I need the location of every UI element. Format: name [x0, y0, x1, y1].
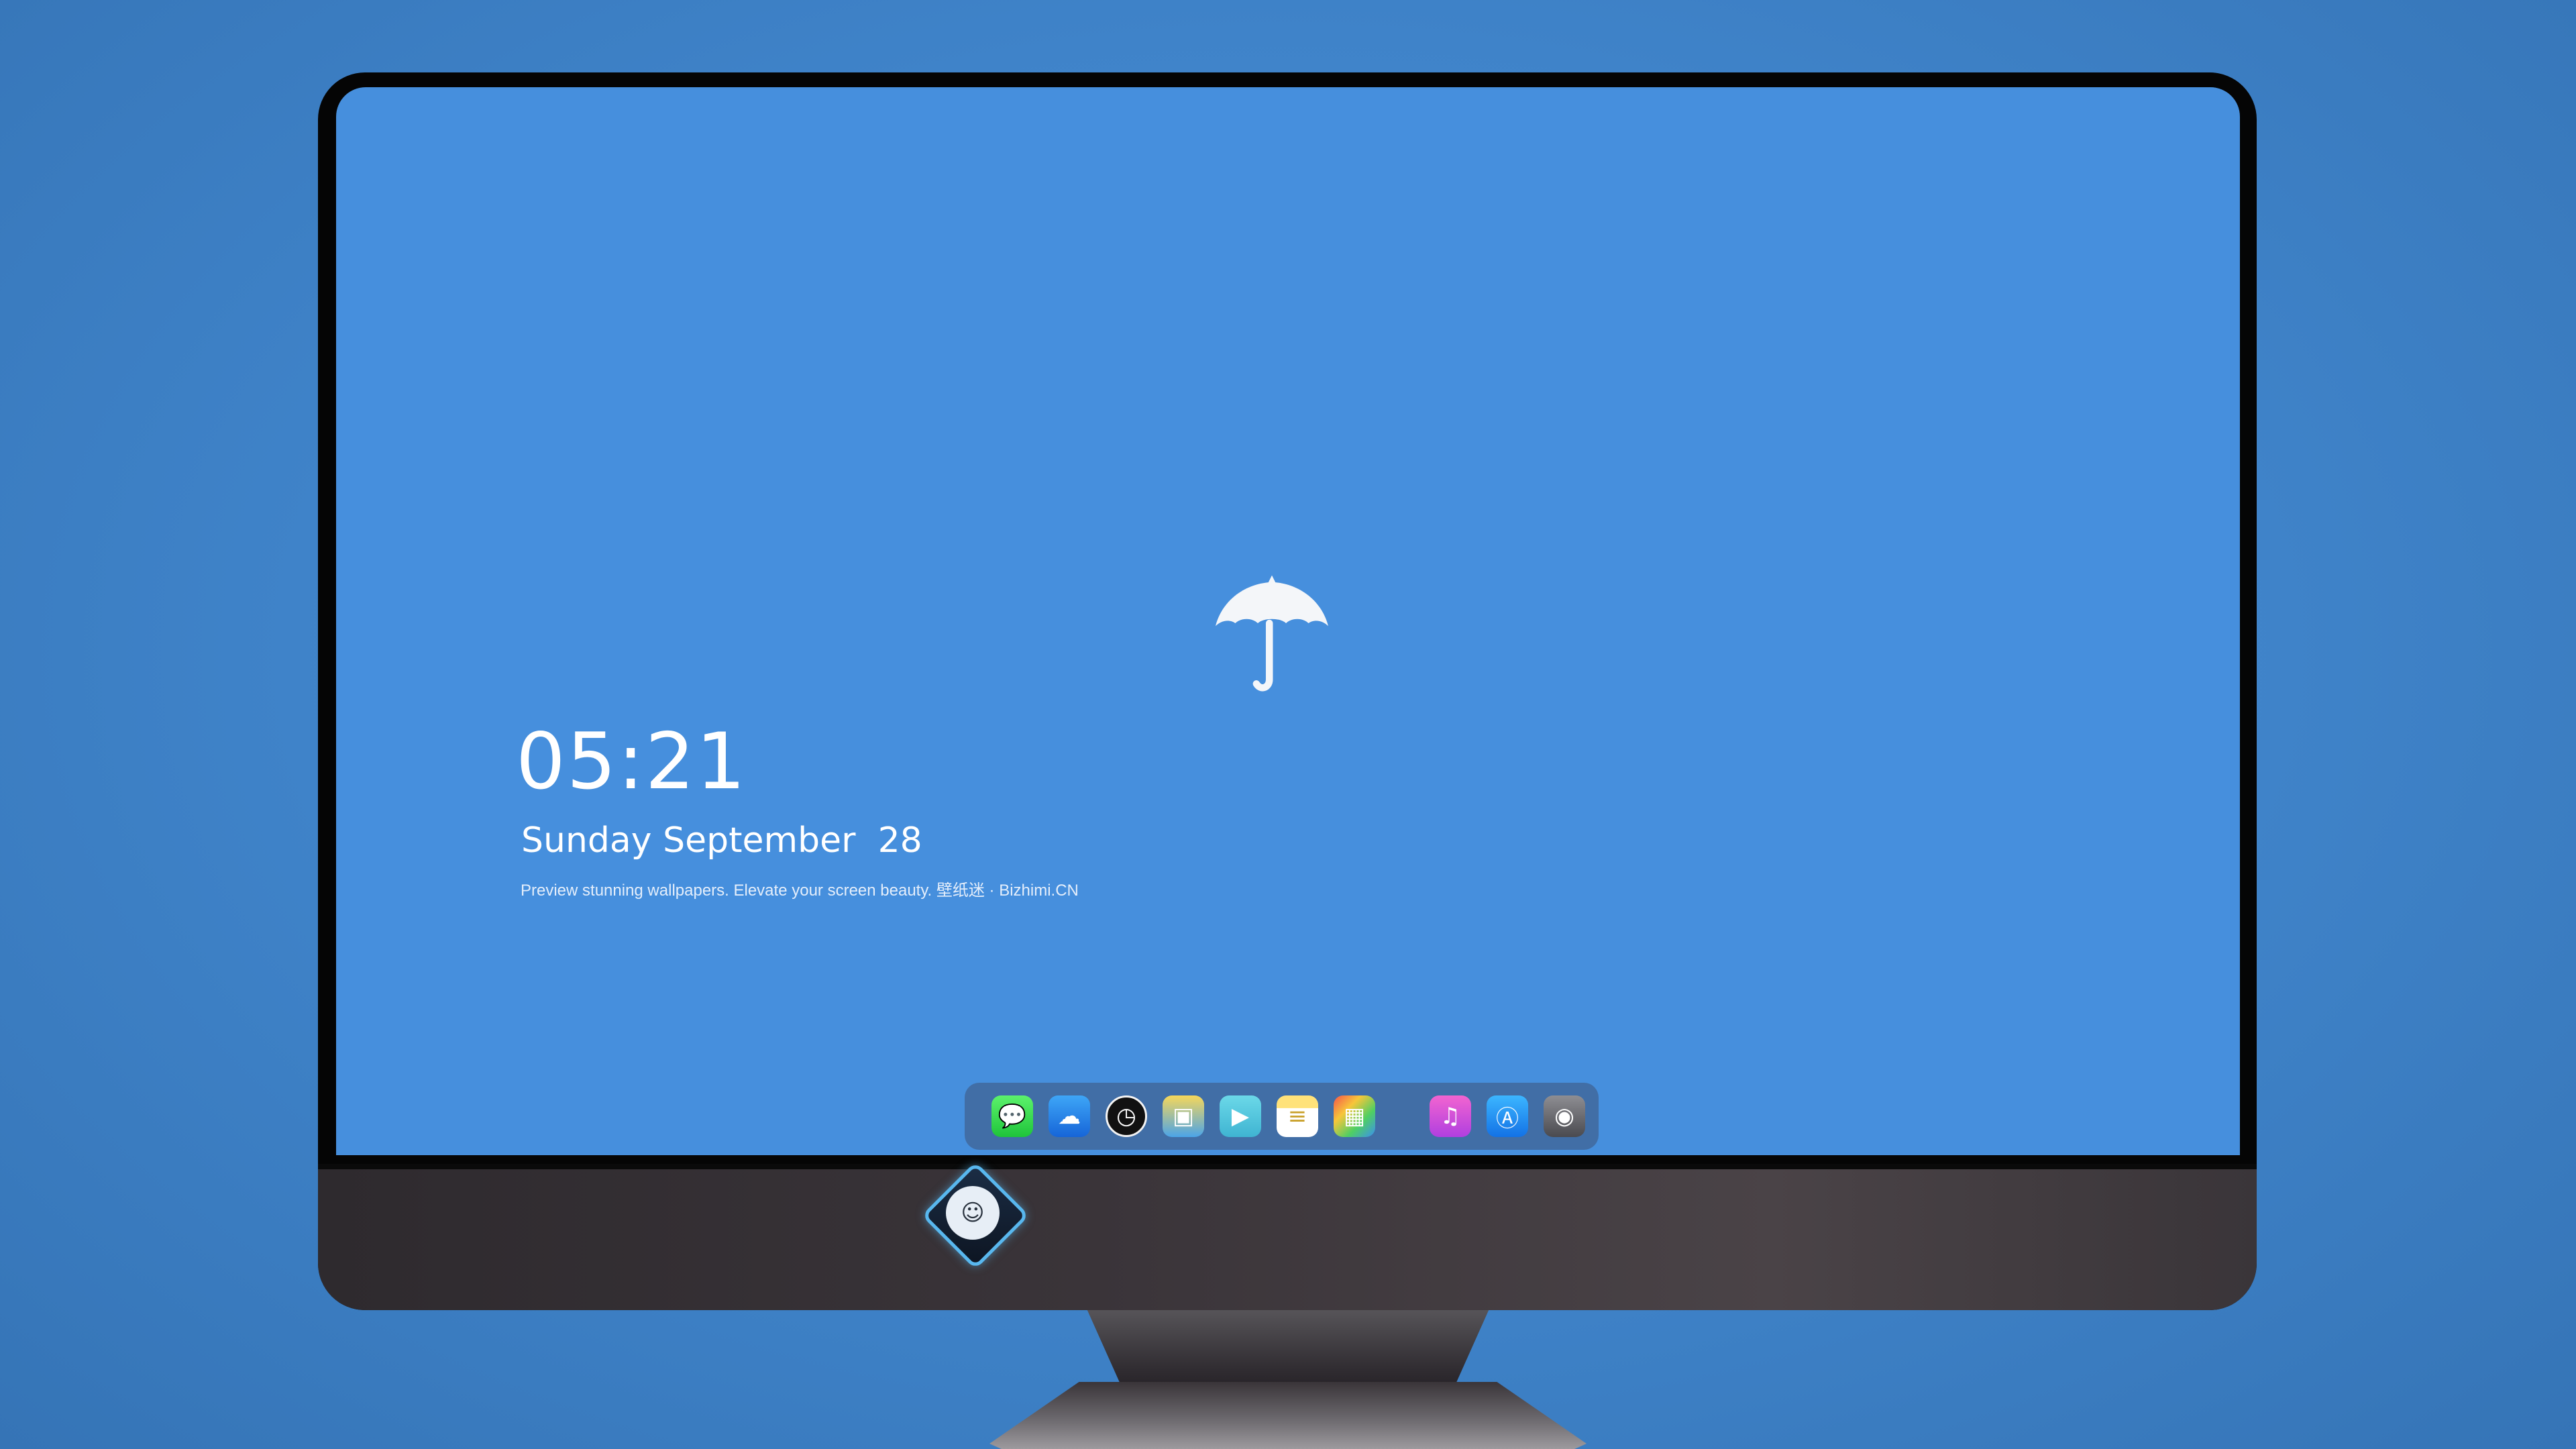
lock-screen: 05:21 Sunday September 28 Preview stunni…	[336, 87, 2240, 1155]
app-store-icon[interactable]: Ⓐ	[1487, 1095, 1528, 1137]
lock-date: Sunday September 28	[521, 820, 922, 861]
clock-icon[interactable]: ◷	[1106, 1095, 1147, 1137]
lock-time: 05:21	[516, 716, 747, 807]
notes-icon[interactable]: ≡	[1277, 1095, 1318, 1137]
dock: 💬 ☁ ◷ ▣ ▶ ≡ ▦ ♫ Ⓐ ◉	[965, 1083, 1599, 1150]
weather-icon[interactable]: ☁	[1049, 1095, 1090, 1137]
music-icon[interactable]: ♫	[1430, 1095, 1471, 1137]
messages-icon[interactable]: 💬	[991, 1095, 1033, 1137]
umbrella-icon	[1216, 575, 1328, 692]
photo-booth-icon[interactable]: ▦	[1334, 1095, 1375, 1137]
mascot-face-icon: ☺	[946, 1186, 1000, 1240]
clapperboard-icon[interactable]: ▶	[1220, 1095, 1261, 1137]
preview-icon[interactable]: ▣	[1163, 1095, 1204, 1137]
monitor-chin	[318, 1164, 2257, 1310]
camera-icon[interactable]: ◉	[1544, 1095, 1585, 1137]
monitor-stand-foot	[989, 1382, 1587, 1449]
wallpaper-tagline: Preview stunning wallpapers. Elevate you…	[521, 881, 1079, 900]
